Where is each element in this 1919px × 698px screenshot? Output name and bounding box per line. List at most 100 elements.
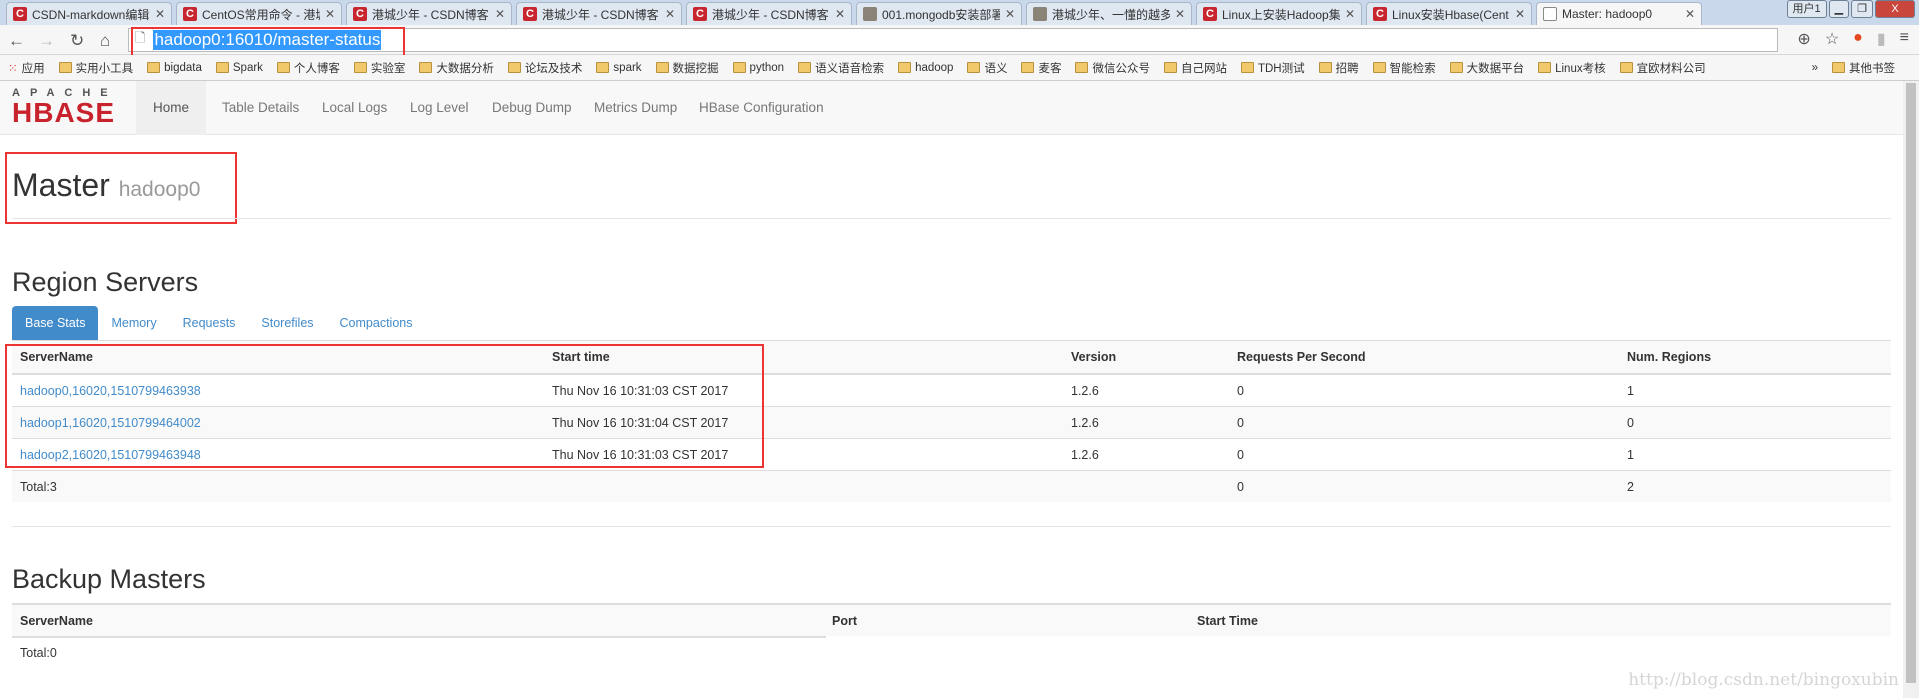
browser-tab[interactable]: 港城少年、一懂的越多 ✕ — [1026, 2, 1192, 25]
bookmark-label: 论坛及技术 — [524, 62, 583, 75]
server-link[interactable]: hadoop0,16020,1510799463938 — [20, 375, 201, 407]
scrollbar[interactable] — [1903, 81, 1919, 698]
folder-icon — [58, 62, 72, 73]
close-window-button[interactable]: X — [1875, 0, 1915, 18]
close-tab-icon[interactable]: ✕ — [495, 7, 505, 21]
bookmark-label: 其他书签 — [1849, 62, 1895, 75]
nav-log-level[interactable]: Log Level — [410, 81, 469, 135]
csdn-icon: C — [353, 7, 367, 21]
browser-tab[interactable]: C Linux安装Hbase(Cent ✕ — [1366, 2, 1532, 25]
tab-title: 001.mongodb安装部署 — [882, 7, 1000, 22]
tab-storefiles[interactable]: Storefiles — [248, 306, 326, 340]
bookmark-item[interactable]: 麦客 — [1021, 60, 1061, 76]
bookmark-item[interactable]: 实验室 — [353, 60, 406, 76]
tab-requests[interactable]: Requests — [170, 306, 249, 340]
bookmark-label: 实验室 — [370, 62, 406, 75]
tab-base-stats[interactable]: Base Stats — [12, 306, 99, 340]
bookmark-item[interactable]: 宜欧材料公司 — [1619, 60, 1706, 76]
close-tab-icon[interactable]: ✕ — [155, 7, 165, 21]
bookmark-item[interactable]: 论坛及技术 — [507, 60, 583, 76]
minimize-button[interactable]: ▁ — [1828, 0, 1850, 18]
bookmarks-bar: ⁙ 应用 实用小工具 bigdata Spark 个人博客 实验室 大数据分析 论坛及技术 spa… — [0, 55, 1919, 81]
menu-icon[interactable]: ≡ — [1900, 29, 1909, 49]
bookmark-label: Spark — [232, 61, 263, 74]
bookmark-item[interactable]: 语义语音检索 — [798, 60, 884, 76]
bookmark-item[interactable]: 数据挖掘 — [655, 60, 719, 76]
nav-hbase-configuration[interactable]: HBase Configuration — [699, 81, 824, 135]
close-tab-icon[interactable]: ✕ — [1005, 7, 1015, 21]
bookmark-item[interactable]: hadoop — [898, 62, 953, 74]
bookmark-item[interactable]: 大数据平台 — [1449, 60, 1525, 76]
nav-table-details[interactable]: Table Details — [222, 81, 299, 135]
browser-tab[interactable]: 001.mongodb安装部署 ✕ — [856, 2, 1022, 25]
table-row: hadoop1,16020,1510799464002 Thu Nov 16 10… — [12, 406, 1891, 438]
browser-tab[interactable]: C Linux上安装Hadoop集 ✕ — [1196, 2, 1362, 25]
tab-memory[interactable]: Memory — [98, 306, 169, 340]
server-link[interactable]: hadoop1,16020,1510799464002 — [20, 407, 201, 439]
bookmark-item[interactable]: spark — [596, 62, 642, 74]
maximize-button[interactable]: ❐ — [1851, 0, 1873, 18]
bookmark-item[interactable]: 招聘 — [1318, 60, 1359, 76]
region-servers-heading: Region Servers — [12, 267, 199, 297]
reload-icon[interactable]: ↻ — [70, 31, 84, 51]
close-tab-icon[interactable]: ✕ — [1515, 7, 1525, 21]
back-icon[interactable]: ← — [8, 31, 25, 51]
folder-icon — [419, 62, 433, 73]
bookmarks-more-button[interactable]: » — [1812, 62, 1818, 74]
bookmark-item[interactable]: 个人博客 — [276, 60, 340, 76]
extension-icon[interactable]: ▮ — [1877, 29, 1886, 49]
extension-icon[interactable]: ● — [1853, 29, 1863, 49]
close-tab-icon[interactable]: ✕ — [1175, 7, 1185, 21]
close-tab-icon[interactable]: ✕ — [1685, 7, 1695, 21]
bookmark-item[interactable]: ⁙ 应用 — [8, 60, 45, 76]
nav-debug-dump[interactable]: Debug Dump — [492, 81, 572, 135]
browser-tab[interactable]: Master: hadoop0 ✕ — [1536, 2, 1702, 25]
user-button[interactable]: 用户1 — [1786, 0, 1827, 18]
bookmark-label: 个人博客 — [293, 62, 340, 75]
browser-tab[interactable]: C CentOS常用命令 - 港城 ✕ — [176, 2, 342, 25]
bookmark-label: python — [749, 61, 785, 74]
bookmark-item[interactable]: 实用小工具 — [58, 60, 133, 76]
bookmark-item[interactable]: TDH测试 — [1240, 60, 1305, 76]
forward-icon[interactable]: → — [38, 31, 55, 51]
address-bar[interactable]: 🗋 hadoop0:16010/master-status — [128, 28, 1778, 52]
bookmark-item[interactable]: bigdata — [147, 62, 202, 74]
zoom-icon[interactable]: ⊕ — [1797, 29, 1810, 49]
server-link[interactable]: hadoop2,16020,1510799463948 — [20, 439, 201, 471]
bookmark-item[interactable]: 语义 — [967, 60, 1007, 76]
address-toolbar: ← → ↻ ⌂ 🗋 hadoop0:16010/master-status ⊕ … — [0, 25, 1919, 55]
close-tab-icon[interactable]: ✕ — [1345, 7, 1355, 21]
nav-local-logs[interactable]: Local Logs — [322, 81, 387, 135]
hbase-logo[interactable]: APACHE HBASE — [12, 87, 136, 129]
browser-tab[interactable]: C 港城少年 - CSDN博客 ✕ — [516, 2, 682, 25]
bookmark-item[interactable]: 微信公众号 — [1075, 60, 1150, 76]
navbar: APACHE HBASE Home Table Details Local Logs… — [0, 81, 1903, 135]
bookmark-label: 数据挖掘 — [672, 62, 719, 75]
bookmark-label: 大数据平台 — [1466, 62, 1525, 75]
folder-icon — [967, 62, 981, 73]
home-icon[interactable]: ⌂ — [100, 31, 110, 51]
table-cell: Thu Nov 16 10:31:04 CST 2017 — [552, 416, 729, 430]
bookmark-item[interactable]: 自己网站 — [1163, 60, 1227, 76]
other-bookmarks[interactable]: 其他书签 — [1832, 60, 1895, 76]
browser-tab[interactable]: C 港城少年 - CSDN博客 ✕ — [686, 2, 852, 25]
url-text[interactable]: hadoop0:16010/master-status — [153, 30, 382, 50]
bookmark-item[interactable]: 智能检索 — [1372, 60, 1436, 76]
scrollbar-thumb[interactable] — [1906, 83, 1916, 683]
browser-tab[interactable]: C 港城少年 - CSDN博客 ✕ — [346, 2, 512, 25]
close-tab-icon[interactable]: ✕ — [835, 7, 845, 21]
nav-home[interactable]: Home — [136, 81, 206, 135]
csdn-icon: C — [13, 7, 27, 21]
close-tab-icon[interactable]: ✕ — [665, 7, 675, 21]
table-cell: 0 — [1627, 416, 1634, 430]
bookmark-item[interactable]: 大数据分析 — [419, 60, 494, 76]
page-title: Master hadoop0 — [12, 167, 201, 203]
bookmark-item[interactable]: Linux考核 — [1538, 60, 1606, 76]
bookmark-item[interactable]: Spark — [215, 61, 263, 74]
bookmark-star-icon[interactable]: ☆ — [1825, 29, 1839, 49]
tab-compactions[interactable]: Compactions — [327, 306, 426, 340]
browser-tab[interactable]: C CSDN-markdown编辑 ✕ — [6, 2, 172, 25]
bookmark-item[interactable]: python — [732, 61, 785, 74]
close-tab-icon[interactable]: ✕ — [325, 7, 335, 21]
nav-metrics-dump[interactable]: Metrics Dump — [594, 81, 677, 135]
